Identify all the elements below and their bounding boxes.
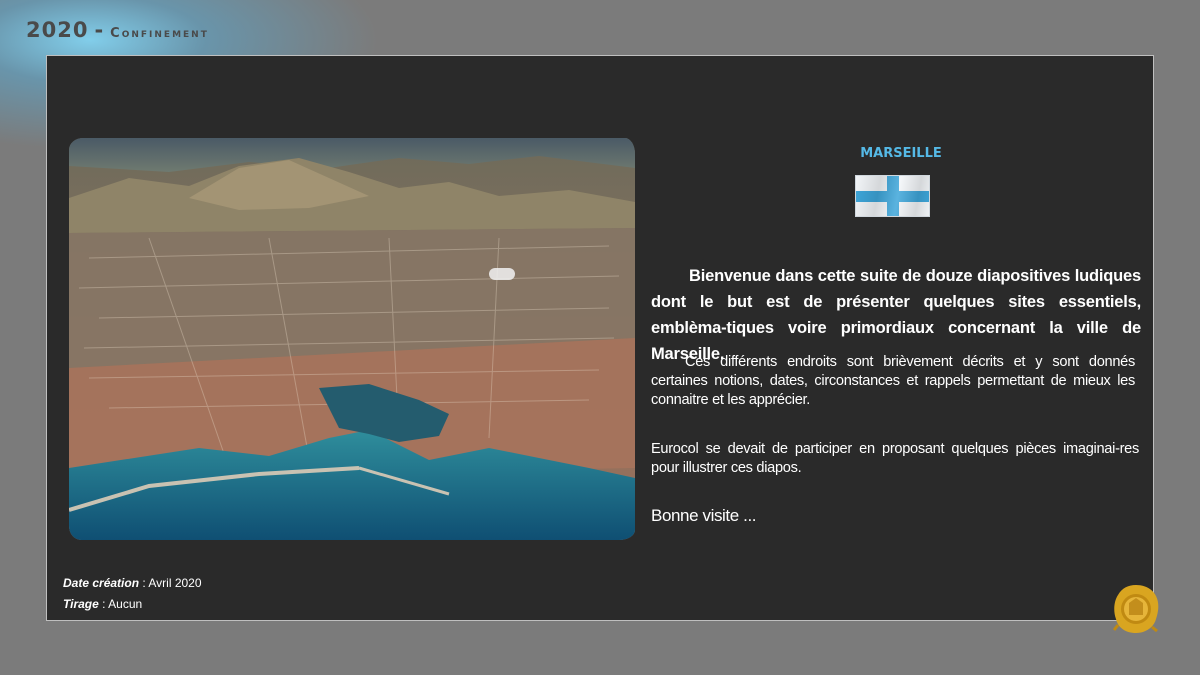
closing-text: Bonne visite ... (651, 506, 757, 525)
meta-separator: : (98, 597, 109, 611)
city-title: MARSEILLE (860, 146, 942, 161)
marseille-flag-icon (855, 175, 930, 217)
title-separator: - (94, 18, 105, 42)
intro-paragraph-text: Bienvenue dans cette suite de douze diap… (651, 267, 1141, 363)
title-label: Confinement (110, 26, 209, 41)
tirage-value: Aucun (108, 597, 143, 611)
description-paragraph-text: Ces différents endroits sont brièvement … (651, 354, 1135, 408)
title-year: 2020 (26, 18, 89, 42)
description-paragraph: Ces différents endroits sont brièvement … (651, 353, 1135, 410)
creation-date-value: Avril 2020 (148, 576, 202, 590)
page-title: 2020 - Confinement (26, 18, 209, 42)
creation-date: Date création : Avril 2020 (63, 576, 202, 590)
intro-paragraph: Bienvenue dans cette suite de douze diap… (651, 263, 1141, 367)
eurocol-paragraph: Eurocol se devait de participer en propo… (651, 441, 1139, 476)
slide-panel: MARSEILLE Bienvenue dans cette suite de … (46, 55, 1154, 621)
meta-separator: : (139, 576, 149, 590)
tirage-info: Tirage : Aucun (63, 597, 142, 611)
tirage-label: Tirage (63, 597, 99, 611)
eurocol-wax-seal-icon (1112, 583, 1160, 635)
aerial-city-photo (69, 138, 635, 540)
creation-date-label: Date création (63, 576, 140, 590)
